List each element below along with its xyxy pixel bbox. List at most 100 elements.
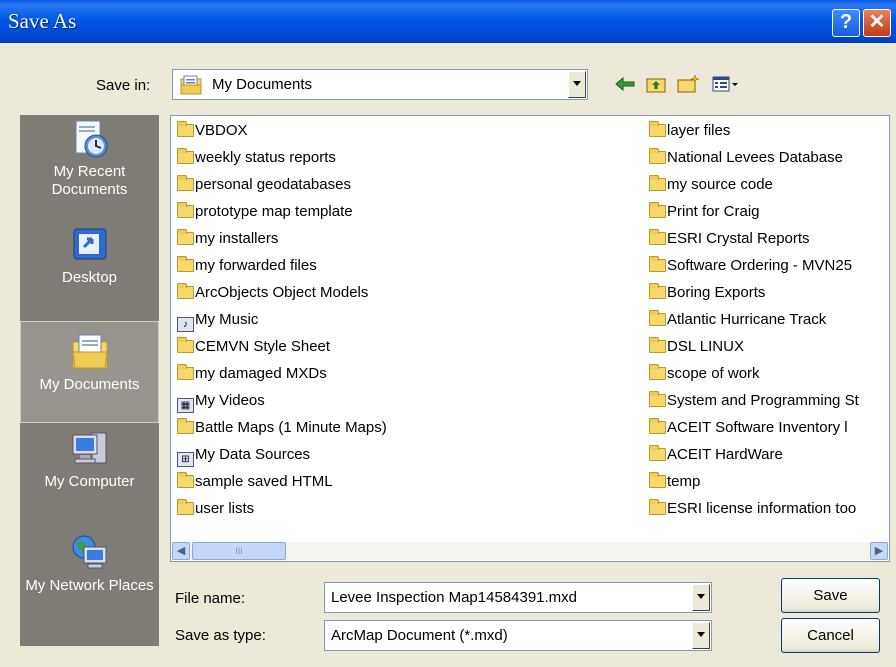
list-item-label: layer files	[667, 122, 731, 139]
close-button[interactable]: ✕	[863, 9, 891, 37]
back-button[interactable]	[614, 74, 636, 96]
my-computer-icon	[72, 432, 106, 464]
views-menu-icon	[712, 76, 738, 92]
desktop-icon	[73, 228, 106, 260]
list-item[interactable]: my installers	[177, 228, 278, 250]
list-item[interactable]: National Levees Database	[649, 147, 843, 169]
list-item[interactable]: ESRI Crystal Reports	[649, 228, 810, 250]
place-my-recent-documents[interactable]: My Recent Documents	[20, 115, 159, 223]
list-item[interactable]: VBDOX	[177, 120, 248, 142]
list-item-label: Battle Maps (1 Minute Maps)	[195, 419, 387, 436]
horizontal-scrollbar[interactable]: ◀ III ▶	[172, 542, 888, 560]
list-item[interactable]: Software Ordering - MVN25	[649, 255, 852, 277]
list-item-label: my damaged MXDs	[195, 365, 327, 382]
list-item[interactable]: ⊞ My Data Sources	[177, 444, 311, 467]
list-item[interactable]: Battle Maps (1 Minute Maps)	[177, 417, 387, 439]
scroll-right-button[interactable]: ▶	[870, 542, 888, 560]
list-item[interactable]: DSL LINUX	[649, 336, 744, 358]
place-my-documents[interactable]: My Documents	[20, 321, 159, 423]
list-item-label: Atlantic Hurricane Track	[667, 311, 827, 328]
list-item[interactable]: weekly status reports	[177, 147, 336, 169]
place-label: My Documents	[39, 376, 140, 393]
list-item-label: VBDOX	[195, 122, 248, 139]
folder-icon	[649, 283, 666, 299]
list-item-label: prototype map template	[195, 203, 353, 220]
list-item[interactable]: layer files	[649, 120, 730, 142]
list-item-label: System and Programming St	[667, 392, 859, 409]
folder-icon	[649, 256, 666, 272]
place-my-network-places[interactable]: My Network Places	[20, 527, 159, 643]
list-item[interactable]: scope of work	[649, 363, 760, 385]
list-item[interactable]: ACEIT Software Inventory l	[649, 417, 848, 439]
save-in-dropdown[interactable]: My Documents	[172, 69, 588, 100]
video-folder-icon: ▦	[177, 398, 194, 413]
chevron-down-icon[interactable]	[692, 622, 710, 649]
folder-icon	[649, 418, 666, 434]
list-item[interactable]: ESRI license information too	[649, 498, 856, 520]
data-sources-icon: ⊞	[177, 452, 194, 467]
place-desktop[interactable]: Desktop	[20, 219, 159, 303]
list-item[interactable]: user lists	[177, 498, 254, 520]
list-item[interactable]: ArcObjects Object Models	[177, 282, 368, 304]
list-item[interactable]: CEMVN Style Sheet	[177, 336, 330, 358]
file-list[interactable]: VBDOX weekly status reports personal geoda…	[170, 115, 890, 562]
help-button[interactable]: ?	[832, 9, 860, 37]
list-item-label: My Music	[195, 311, 259, 328]
save-button[interactable]: Save	[781, 578, 880, 613]
up-folder-button[interactable]	[645, 74, 667, 96]
list-item[interactable]: ACEIT HardWare	[649, 444, 783, 466]
list-item[interactable]: ♪ My Music	[177, 309, 259, 332]
list-item-label: my forwarded files	[195, 257, 317, 274]
up-folder-icon	[646, 78, 666, 93]
save-as-type-dropdown[interactable]: ArcMap Document (*.mxd)	[324, 620, 712, 651]
list-item[interactable]: my forwarded files	[177, 255, 317, 277]
list-item-label: Software Ordering - MVN25	[667, 257, 853, 274]
list-item[interactable]: ▦ My Videos	[177, 390, 265, 413]
scroll-left-button[interactable]: ◀	[172, 542, 190, 560]
list-item[interactable]: Boring Exports	[649, 282, 765, 304]
list-item[interactable]: personal geodatabases	[177, 174, 351, 196]
title-bar: Save As ? ✕	[0, 0, 896, 43]
new-folder-button[interactable]	[676, 74, 700, 96]
my-documents-small-icon	[180, 75, 202, 95]
folder-icon	[177, 472, 194, 488]
file-name-label: File name:	[175, 590, 246, 607]
place-label: My Computer	[44, 473, 135, 490]
chevron-down-icon[interactable]	[692, 584, 710, 611]
list-item[interactable]: my damaged MXDs	[177, 363, 327, 385]
list-item-label: ACEIT Software Inventory l	[667, 419, 848, 436]
list-item-label: temp	[667, 473, 701, 490]
cancel-button[interactable]: Cancel	[781, 618, 880, 653]
folder-icon	[649, 472, 666, 488]
folder-icon	[177, 364, 194, 380]
list-item[interactable]: Print for Craig	[649, 201, 760, 223]
views-menu-button[interactable]	[711, 74, 741, 96]
folder-icon	[177, 499, 194, 515]
list-item[interactable]: System and Programming St	[649, 390, 859, 412]
chevron-down-icon[interactable]	[568, 71, 586, 98]
save-in-value: My Documents	[212, 76, 313, 93]
list-item[interactable]: sample saved HTML	[177, 471, 333, 493]
list-item[interactable]: prototype map template	[177, 201, 353, 223]
folder-icon	[177, 175, 194, 191]
folder-icon	[649, 445, 666, 461]
list-item[interactable]: my source code	[649, 174, 773, 196]
scroll-thumb[interactable]: III	[192, 542, 286, 560]
list-item[interactable]: Atlantic Hurricane Track	[649, 309, 826, 331]
list-item-label: sample saved HTML	[195, 473, 333, 490]
folder-icon	[649, 121, 666, 137]
save-in-label: Save in:	[96, 77, 151, 94]
list-item-label: user lists	[195, 500, 255, 517]
file-name-input[interactable]: Levee Inspection Map14584391.mxd	[324, 582, 712, 613]
list-item-label: My Data Sources	[195, 446, 311, 463]
list-item-label: DSL LINUX	[667, 338, 744, 355]
folder-icon	[177, 148, 194, 164]
back-arrow-icon	[615, 76, 635, 92]
place-label: My Recent Documents	[51, 163, 128, 198]
list-item-label: National Levees Database	[667, 149, 843, 166]
list-item-label: scope of work	[667, 365, 760, 382]
folder-icon	[649, 310, 666, 326]
list-item[interactable]: temp	[649, 471, 700, 493]
list-item-label: ACEIT HardWare	[667, 446, 783, 463]
place-my-computer[interactable]: My Computer	[20, 423, 159, 533]
